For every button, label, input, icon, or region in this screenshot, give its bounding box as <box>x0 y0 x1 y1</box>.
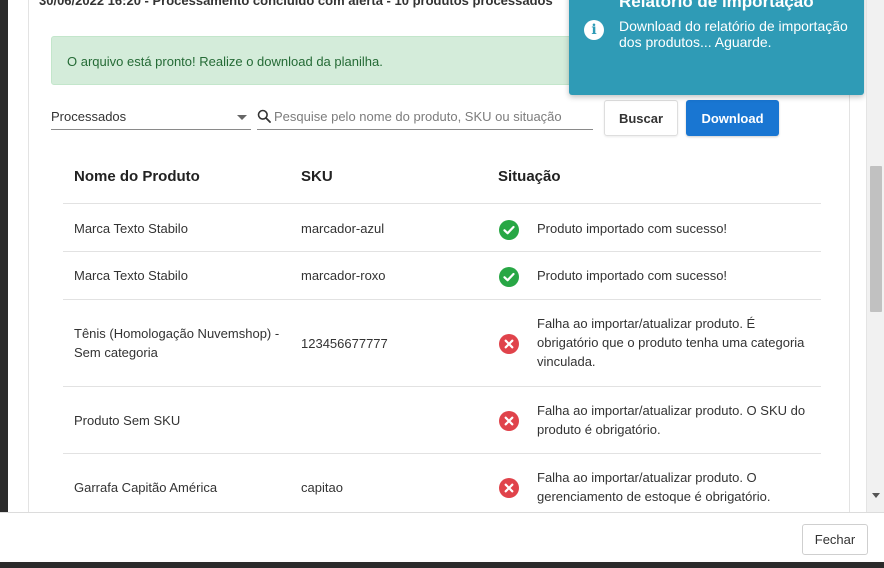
download-button[interactable]: Download <box>686 100 779 136</box>
error-circle-icon <box>499 334 519 354</box>
status-text: Falha ao importar/atualizar produto. O g… <box>537 470 771 504</box>
status-text: Falha ao importar/atualizar produto. O S… <box>537 403 806 437</box>
modal-body: 30/06/2022 16:20 - Processamento concluí… <box>8 0 866 512</box>
check-circle-icon <box>499 220 519 240</box>
backdrop-edge <box>0 0 8 512</box>
search-field <box>257 104 593 130</box>
column-header-sku: SKU <box>301 168 333 185</box>
import-report-toast[interactable]: Relatório de importação i Download do re… <box>569 0 864 95</box>
toast-title: Relatório de importação <box>619 0 814 11</box>
table-row: Produto Sem SKU Falha ao importar/atuali… <box>63 387 821 454</box>
info-icon: i <box>584 20 604 40</box>
status-text: Produto importado com sucesso! <box>537 268 728 283</box>
status-text: Falha ao importar/atualizar produto. É o… <box>537 316 805 369</box>
table-row: Marca Texto Stabilo marcador-azul Produt… <box>63 204 821 252</box>
error-circle-icon <box>499 411 519 431</box>
search-input[interactable] <box>274 106 590 126</box>
table-row: Garrafa Capitão América capitao Falha ao… <box>63 454 821 512</box>
close-button[interactable]: Fechar <box>802 524 868 555</box>
table-row: Marca Texto Stabilo marcador-roxo Produt… <box>63 252 821 300</box>
product-name: Produto Sem SKU <box>74 413 181 428</box>
products-table: Nome do Produto SKU Situação Marca Texto… <box>63 152 821 512</box>
vertical-scrollbar[interactable] <box>866 0 884 512</box>
success-alert-text: O arquivo está pronto! Realize o downloa… <box>67 54 383 69</box>
column-header-status: Situação <box>498 168 561 185</box>
product-name: Marca Texto Stabilo <box>74 221 188 236</box>
backdrop-bottom <box>0 562 884 568</box>
check-circle-icon <box>499 267 519 287</box>
product-sku: marcador-roxo <box>301 268 386 283</box>
status-filter-select[interactable]: Processados <box>51 104 251 130</box>
import-report-modal: 30/06/2022 16:20 - Processamento concluí… <box>0 0 884 568</box>
product-sku: marcador-azul <box>301 221 385 236</box>
chevron-down-icon <box>237 115 247 120</box>
column-header-name: Nome do Produto <box>74 168 200 185</box>
search-button[interactable]: Buscar <box>604 100 678 136</box>
product-name: Tênis (Homologação Nuvemshop) - Sem cate… <box>74 326 280 360</box>
modal-footer: Fechar <box>0 512 884 562</box>
product-sku: capitao <box>301 480 343 495</box>
status-filter-value: Processados <box>51 109 127 124</box>
error-circle-icon <box>499 478 519 498</box>
processing-status-line: 30/06/2022 16:20 - Processamento concluí… <box>39 0 553 8</box>
table-header: Nome do Produto SKU Situação <box>63 152 821 204</box>
success-alert: O arquivo está pronto! Realize o downloa… <box>51 36 611 85</box>
toast-message: Download do relatório de importação dos … <box>619 18 848 50</box>
table-row: Tênis (Homologação Nuvemshop) - Sem cate… <box>63 300 821 387</box>
status-text: Produto importado com sucesso! <box>537 221 728 236</box>
scrollbar-thumb[interactable] <box>870 166 882 312</box>
scroll-down-arrow-icon[interactable] <box>872 493 880 498</box>
search-icon <box>257 109 271 123</box>
product-name: Garrafa Capitão América <box>74 480 218 495</box>
product-sku: 123456677777 <box>301 336 388 351</box>
product-name: Marca Texto Stabilo <box>74 268 188 283</box>
